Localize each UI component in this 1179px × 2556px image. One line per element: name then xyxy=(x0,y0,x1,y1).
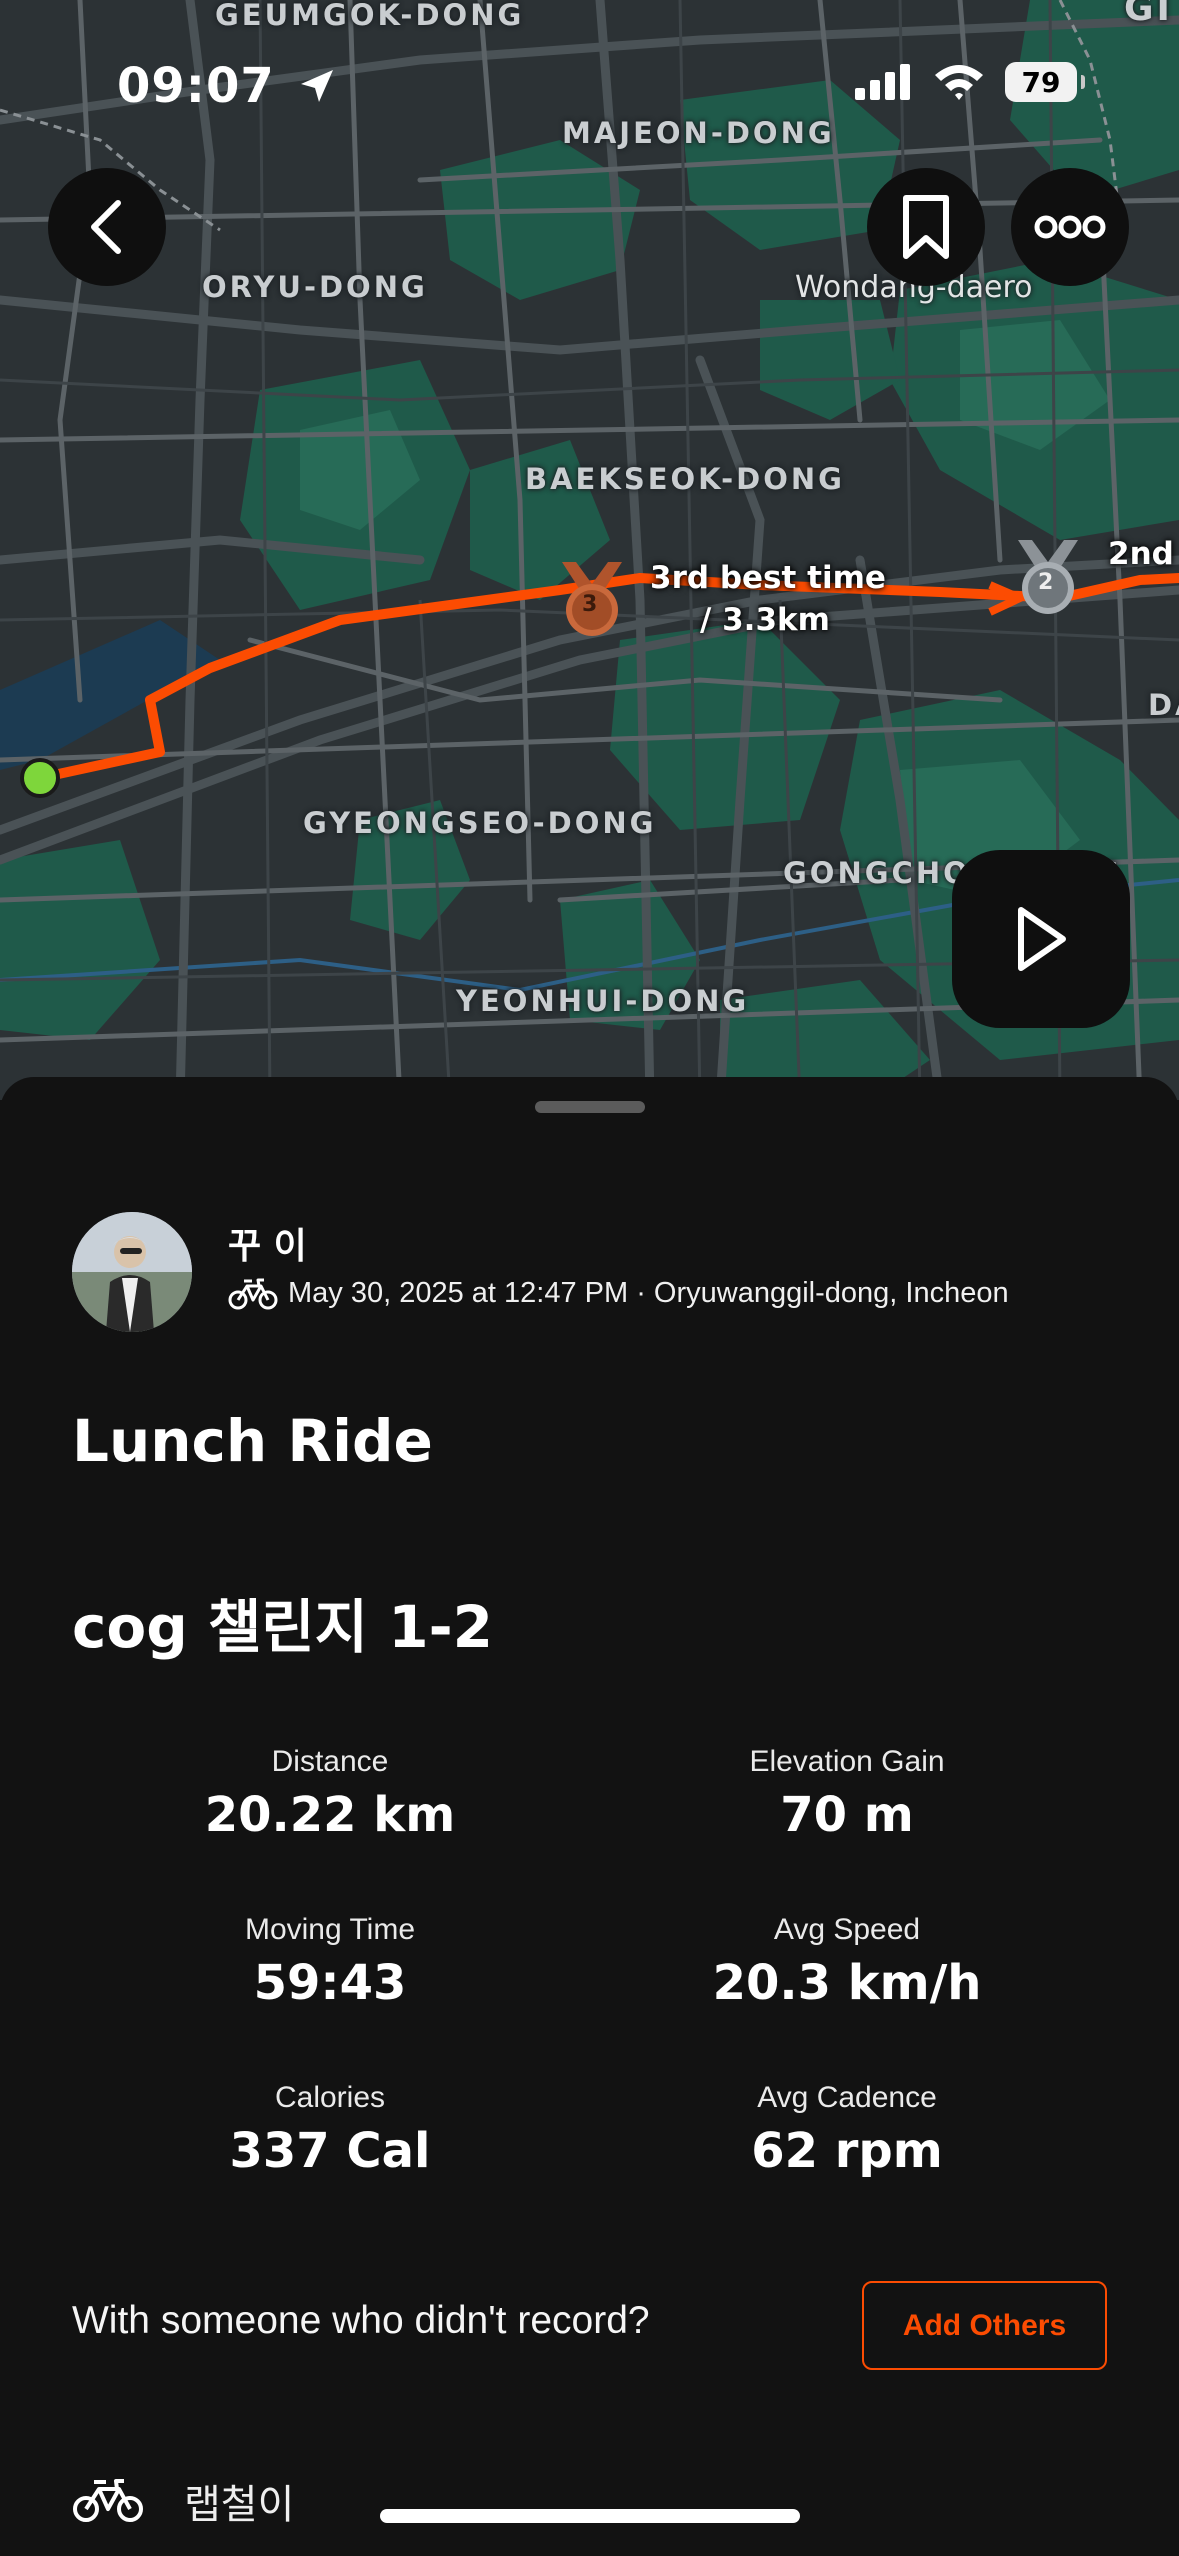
stat-label: Avg Cadence xyxy=(757,2081,937,2114)
gear-row[interactable]: 랩철이 xyxy=(72,2472,294,2530)
battery-indicator: 79 xyxy=(1005,62,1085,102)
activity-detail-sheet: 꾸 이 May 30, 2025 at 12:47 PM · Oryuwangg… xyxy=(0,1077,1179,2556)
stat-elevation-gain: Elevation Gain 70 m xyxy=(597,1745,1097,1843)
bike-icon xyxy=(73,2479,143,2522)
add-others-button[interactable]: Add Others xyxy=(862,2281,1107,2370)
stat-value: 70 m xyxy=(780,1787,914,1843)
athlete-name[interactable]: 꾸 이 xyxy=(228,1217,307,1269)
map-label-baekseok: BAEKSEOK-DONG xyxy=(525,462,845,496)
athlete-avatar[interactable] xyxy=(72,1212,192,1332)
activity-description: cog 챌린지 1-2 xyxy=(72,1593,493,1661)
stat-avg-cadence: Avg Cadence 62 rpm xyxy=(597,2081,1097,2179)
map-label-yeonhui: YEONHUI-DONG xyxy=(456,984,750,1018)
stat-label: Moving Time xyxy=(244,1913,416,1946)
map-label-gi-partial: GI xyxy=(1124,0,1173,29)
map-label-gyeongseo: GYEONGSEO-DONG xyxy=(303,806,657,840)
map-label-majeon: MAJEON-DONG xyxy=(562,116,835,150)
play-icon xyxy=(1018,907,1066,971)
segment-2-badge-number: 2 xyxy=(1038,570,1054,595)
activity-title: Lunch Ride xyxy=(72,1407,433,1475)
more-dots-icon xyxy=(1034,215,1106,239)
home-indicator[interactable] xyxy=(380,2509,800,2523)
cellular-signal-icon xyxy=(855,64,910,100)
stat-value: 337 Cal xyxy=(229,2123,431,2179)
activity-date-location: May 30, 2025 at 12:47 PM · Oryuwanggil-d… xyxy=(288,1277,1009,1309)
status-time: 09:07 xyxy=(117,58,337,114)
stat-value: 20.22 km xyxy=(204,1787,456,1843)
stat-label: Avg Speed xyxy=(773,1913,921,1946)
status-indicators: 79 xyxy=(855,62,1085,102)
status-time-text: 09:07 xyxy=(117,58,275,114)
map-label-geumgok: GEUMGOK-DONG xyxy=(215,0,525,32)
stat-distance: Distance 20.22 km xyxy=(80,1745,580,1843)
stat-label: Calories xyxy=(274,2081,386,2114)
wifi-icon xyxy=(935,65,983,100)
segment-2-label: 2nd xyxy=(1108,536,1174,572)
bookmark-icon xyxy=(903,195,949,259)
stat-value: 62 rpm xyxy=(751,2123,943,2179)
stat-calories: Calories 337 Cal xyxy=(80,2081,580,2179)
chevron-left-icon xyxy=(91,200,121,254)
more-options-button[interactable] xyxy=(1011,168,1129,286)
bike-icon xyxy=(228,1278,278,1309)
segment-3-badge-number: 3 xyxy=(582,592,598,617)
segment-3-label-line1: 3rd best time xyxy=(650,560,886,596)
stat-label: Elevation Gain xyxy=(749,1745,945,1778)
with-others-prompt: With someone who didn't record? xyxy=(72,2299,650,2342)
back-button[interactable] xyxy=(48,168,166,286)
segment-3-label-line2: / 3.3km xyxy=(700,602,830,638)
map-label-oryu: ORYU-DONG xyxy=(202,270,428,304)
battery-level: 79 xyxy=(1021,65,1061,99)
stat-moving-time: Moving Time 59:43 xyxy=(80,1913,580,2011)
stat-value: 20.3 km/h xyxy=(712,1955,982,2011)
flyover-play-button[interactable] xyxy=(952,850,1130,1028)
gear-name: 랩철이 xyxy=(184,2482,295,2528)
sheet-grabber[interactable] xyxy=(535,1101,645,1113)
location-arrow-icon xyxy=(300,70,333,102)
stat-avg-speed: Avg Speed 20.3 km/h xyxy=(597,1913,1097,2011)
stat-value: 59:43 xyxy=(253,1955,407,2011)
map-label-da-partial: DA xyxy=(1148,688,1179,722)
stat-label: Distance xyxy=(271,1745,389,1778)
activity-meta: May 30, 2025 at 12:47 PM · Oryuwanggil-d… xyxy=(228,1277,1009,1310)
avatar-image xyxy=(72,1212,192,1332)
bookmark-button[interactable] xyxy=(867,168,985,286)
